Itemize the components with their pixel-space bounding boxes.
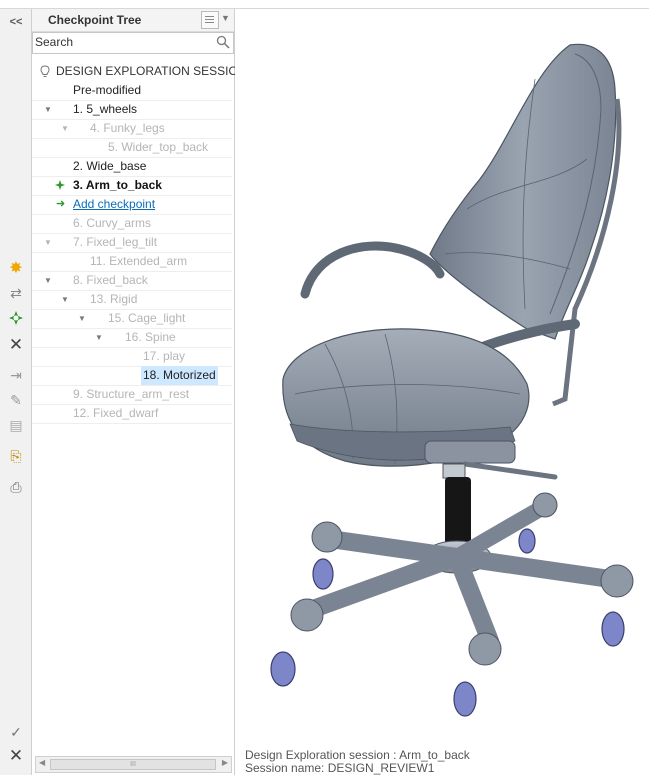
graphics-viewport[interactable] bbox=[235, 9, 649, 775]
tree-item-label: 2. Wide_base bbox=[73, 159, 147, 173]
session-root-label: DESIGN EXPLORATION SESSION bbox=[56, 64, 247, 78]
tree-item[interactable]: 5. Wider_top_back bbox=[32, 138, 232, 158]
delete-icon[interactable]: ✕ bbox=[4, 334, 28, 356]
tree-item-selected[interactable]: 18. Motorized bbox=[32, 366, 232, 386]
list-icon[interactable]: ▤ bbox=[4, 414, 28, 436]
panel-title: Checkpoint Tree bbox=[48, 13, 142, 27]
tree-item[interactable]: ▼ 4. Funky_legs bbox=[32, 119, 232, 139]
expand-triangle-icon[interactable]: ▼ bbox=[95, 328, 103, 347]
arrow-right-icon: ➜ bbox=[56, 198, 66, 210]
save-session-icon[interactable]: ⎙ bbox=[4, 476, 28, 498]
open-session-icon[interactable]: ⎘ bbox=[4, 445, 28, 467]
tree-item[interactable]: Pre-modified bbox=[32, 81, 232, 101]
expand-triangle-icon[interactable]: ▼ bbox=[61, 119, 69, 138]
chevron-down-icon[interactable]: ▼ bbox=[221, 13, 230, 23]
tree-item[interactable]: ▼ 16. Spine bbox=[32, 328, 232, 348]
new-checkpoint-icon[interactable]: ✸ bbox=[4, 257, 28, 279]
status-line-name: Session name: DESIGN_REVIEW1 bbox=[245, 761, 435, 775]
tree-item-label: 12. Fixed_dwarf bbox=[73, 406, 159, 420]
tree-item[interactable]: ▼ 7. Fixed_leg_tilt bbox=[32, 233, 232, 253]
tree-item-label: 16. Spine bbox=[125, 330, 176, 344]
tree-item-label: 3. Arm_to_back bbox=[73, 178, 162, 192]
add-checkpoint-link[interactable]: Add checkpoint bbox=[73, 195, 155, 214]
panel-menu-icon[interactable] bbox=[201, 11, 219, 29]
tree-item-label: 17. play bbox=[143, 349, 186, 363]
tree-item-current[interactable]: 3. Arm_to_back bbox=[32, 176, 232, 196]
close-icon[interactable]: ✕ bbox=[4, 745, 28, 767]
panel-header: Checkpoint Tree ▼ bbox=[32, 9, 234, 32]
expand-triangle-icon[interactable]: ▼ bbox=[61, 290, 69, 309]
search-icon[interactable] bbox=[216, 35, 230, 49]
tree-item[interactable]: 6. Curvy_arms bbox=[32, 214, 232, 234]
current-checkpoint-icon bbox=[55, 180, 65, 190]
expand-triangle-icon[interactable]: ▼ bbox=[78, 309, 86, 328]
search-input[interactable] bbox=[33, 33, 205, 51]
tree-item-label: Pre-modified bbox=[73, 83, 142, 97]
expand-triangle-icon[interactable]: ▼ bbox=[44, 100, 52, 119]
tree-item[interactable]: ▼ 15. Cage_light bbox=[32, 309, 232, 329]
tree-item[interactable]: 2. Wide_base bbox=[32, 157, 232, 177]
accept-icon[interactable]: ✓ bbox=[4, 721, 28, 743]
expand-triangle-icon[interactable]: ▼ bbox=[44, 271, 52, 290]
tree-item-label: 18. Motorized bbox=[141, 366, 218, 385]
tree-item-label: 7. Fixed_leg_tilt bbox=[73, 235, 158, 249]
tree-item-label: 15. Cage_light bbox=[108, 311, 186, 325]
tree-item[interactable]: ▼ 13. Rigid bbox=[32, 290, 232, 310]
top-border bbox=[0, 0, 649, 9]
expand-triangle-icon[interactable]: ▼ bbox=[44, 233, 52, 252]
swap-icon[interactable]: ⇄ bbox=[4, 282, 28, 304]
scroll-right-icon[interactable]: ▶ bbox=[222, 758, 228, 767]
tree-root[interactable]: DESIGN EXPLORATION SESSION bbox=[32, 62, 247, 80]
office-chair-model[interactable] bbox=[235, 9, 649, 775]
tree-item-label: 11. Extended_arm bbox=[90, 254, 188, 268]
tree-item[interactable]: ▼ 8. Fixed_back bbox=[32, 271, 232, 291]
scrollbar-thumb[interactable]: III bbox=[50, 759, 216, 770]
tree-item-label: 13. Rigid bbox=[90, 292, 138, 306]
scroll-left-icon[interactable]: ◀ bbox=[39, 758, 45, 767]
checkpoint-star-icon[interactable] bbox=[4, 307, 28, 329]
checkpoint-tree-panel: Checkpoint Tree ▼ DESIGN EXPLORATION SES… bbox=[32, 9, 247, 775]
tree-item-label: 4. Funky_legs bbox=[90, 121, 165, 135]
horizontal-scrollbar[interactable]: ◀ III ▶ bbox=[35, 756, 232, 773]
tree-item[interactable]: 9. Structure_arm_rest bbox=[32, 385, 232, 405]
tree-item[interactable]: 17. play bbox=[32, 347, 232, 367]
search-box bbox=[32, 32, 234, 54]
left-toolbar: << ✸ ⇄ ✕ ⇥ ✎ ▤ ⎘ ⎙ ✓ ✕ bbox=[0, 9, 32, 775]
tree-item[interactable]: ▼ 1. 5_wheels bbox=[32, 100, 232, 120]
tree-item[interactable]: 11. Extended_arm bbox=[32, 252, 232, 272]
tree-item-label: 5. Wider_top_back bbox=[108, 140, 209, 154]
edit-checkpoint-icon[interactable]: ✎ bbox=[4, 389, 28, 411]
align-icon[interactable]: ⇥ bbox=[4, 364, 28, 386]
lightbulb-icon bbox=[40, 65, 50, 77]
tree-item-label: 6. Curvy_arms bbox=[73, 216, 152, 230]
tree-item[interactable]: 12. Fixed_dwarf bbox=[32, 404, 232, 424]
tree-item-label: 9. Structure_arm_rest bbox=[73, 387, 190, 401]
tree-item-label: 8. Fixed_back bbox=[73, 273, 148, 287]
collapse-panel-button[interactable]: << bbox=[4, 11, 28, 33]
add-checkpoint-row[interactable]: ➜ Add checkpoint bbox=[32, 195, 232, 215]
tree-item-label: 1. 5_wheels bbox=[73, 102, 138, 116]
status-text: Design Exploration session : Arm_to_back… bbox=[245, 749, 470, 775]
